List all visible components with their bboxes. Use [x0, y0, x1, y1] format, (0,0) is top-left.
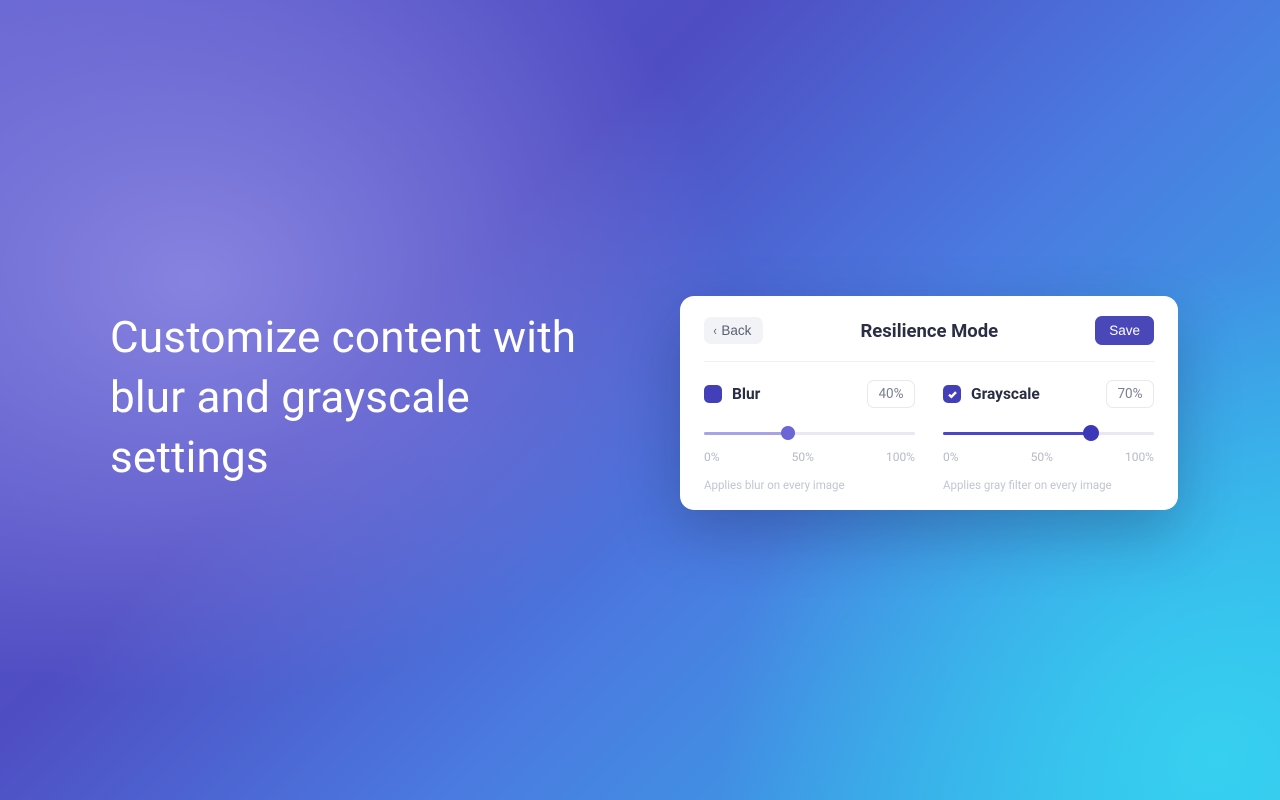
promo-headline: Customize content with blur and grayscal… — [110, 308, 630, 487]
grayscale-checkbox[interactable] — [943, 385, 961, 403]
check-icon — [947, 389, 958, 400]
grayscale-slider-thumb[interactable] — [1083, 425, 1099, 441]
grayscale-label-group: Grayscale — [943, 385, 1040, 403]
grayscale-slider-ticks: 0% 50% 100% — [943, 450, 1154, 464]
grayscale-control-header: Grayscale 70% — [943, 380, 1154, 408]
grayscale-slider-fill — [943, 432, 1091, 435]
card-header: ‹ Back Resilience Mode Save — [704, 316, 1154, 362]
tick-high: 100% — [1125, 450, 1154, 464]
blur-control-header: Blur 40% — [704, 380, 915, 408]
tick-low: 0% — [943, 450, 959, 464]
blur-control: Blur 40% 0% 50% 100% Applies blur on eve… — [704, 380, 915, 492]
promo-canvas: Customize content with blur and grayscal… — [0, 0, 1280, 800]
tick-mid: 50% — [1031, 450, 1053, 464]
blur-helper-text: Applies blur on every image — [704, 478, 915, 492]
card-title: Resilience Mode — [860, 320, 998, 342]
blur-slider-fill — [704, 432, 788, 435]
chevron-left-icon: ‹ — [713, 324, 716, 337]
back-button-label: Back — [721, 323, 751, 338]
settings-card: ‹ Back Resilience Mode Save Blur 40% — [680, 296, 1178, 510]
save-button[interactable]: Save — [1095, 316, 1154, 345]
tick-mid: 50% — [792, 450, 814, 464]
grayscale-helper-text: Applies gray filter on every image — [943, 478, 1154, 492]
tick-high: 100% — [886, 450, 915, 464]
blur-label: Blur — [732, 385, 760, 403]
controls-row: Blur 40% 0% 50% 100% Applies blur on eve… — [704, 362, 1154, 492]
blur-label-group: Blur — [704, 385, 760, 403]
blur-slider[interactable] — [704, 426, 915, 440]
blur-value-field[interactable]: 40% — [867, 380, 915, 408]
grayscale-slider[interactable] — [943, 426, 1154, 440]
tick-low: 0% — [704, 450, 720, 464]
blur-checkbox[interactable] — [704, 385, 722, 403]
back-button[interactable]: ‹ Back — [704, 317, 763, 344]
blur-slider-thumb[interactable] — [781, 426, 795, 440]
blur-slider-ticks: 0% 50% 100% — [704, 450, 915, 464]
grayscale-label: Grayscale — [971, 385, 1040, 403]
grayscale-value-field[interactable]: 70% — [1106, 380, 1154, 408]
grayscale-control: Grayscale 70% 0% 50% 100% Applies gray f… — [943, 380, 1154, 492]
